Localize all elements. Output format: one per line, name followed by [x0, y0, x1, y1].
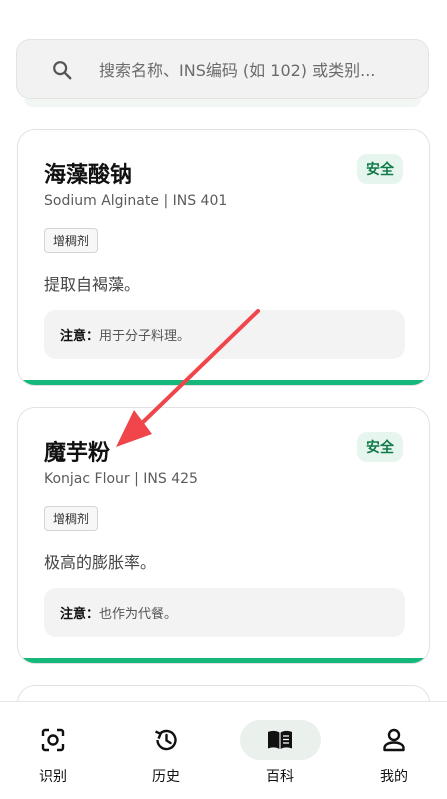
- history-icon: [155, 729, 177, 751]
- search-icon: [53, 61, 72, 80]
- nav-item-history[interactable]: 历史: [121, 702, 211, 799]
- card-accent-bar: [18, 380, 429, 385]
- additive-card[interactable]: 魔芋粉 Konjac Flour | INS 425 安全 增稠剂 极高的膨胀率…: [17, 407, 430, 664]
- additive-description: 提取自褐藻。: [44, 275, 141, 294]
- additive-subtitle: Sodium Alginate | INS 401: [44, 193, 228, 209]
- card-accent-bar: [18, 658, 429, 663]
- note-text: 用于分子料理。: [99, 329, 191, 344]
- additive-subtitle: Konjac Flour | INS 425: [44, 471, 198, 487]
- additive-name: 魔芋粉: [44, 441, 111, 466]
- scan-icon: [41, 728, 65, 752]
- nav-item-label: 我的: [380, 769, 408, 785]
- note-label: 注意：: [60, 329, 100, 344]
- note-box: 注意： 用于分子料理。: [44, 310, 405, 359]
- nav-item-label: 识别: [39, 769, 67, 785]
- category-tag: 增稠剂: [44, 228, 99, 253]
- safety-badge: 安全: [357, 432, 403, 462]
- additive-name: 海藻酸钠: [44, 163, 133, 188]
- nav-item-scan[interactable]: 识别: [8, 702, 98, 799]
- category-tag: 增稠剂: [44, 506, 99, 531]
- note-box: 注意： 也作为代餐。: [44, 588, 405, 637]
- search-input[interactable]: [99, 56, 419, 84]
- search-bar[interactable]: [16, 39, 429, 99]
- additive-description: 极高的膨胀率。: [44, 553, 157, 572]
- additive-card[interactable]: 海藻酸钠 Sodium Alginate | INS 401 安全 增稠剂 提取…: [17, 129, 430, 386]
- safety-badge: 安全: [357, 154, 403, 184]
- note-label: 注意：: [60, 607, 100, 622]
- person-icon: [383, 728, 405, 752]
- nav-item-profile[interactable]: 我的: [349, 702, 439, 799]
- annotation-arrow-icon: [116, 309, 260, 447]
- nav-item-encyclopedia[interactable]: 百科: [235, 702, 325, 799]
- search-bar-shadow: [24, 99, 421, 107]
- nav-item-label: 百科: [266, 769, 294, 785]
- book-icon: [268, 730, 292, 749]
- bottom-nav: 识别 历史 百科 我的: [0, 701, 447, 799]
- nav-item-label: 历史: [152, 769, 180, 785]
- note-text: 也作为代餐。: [99, 607, 178, 622]
